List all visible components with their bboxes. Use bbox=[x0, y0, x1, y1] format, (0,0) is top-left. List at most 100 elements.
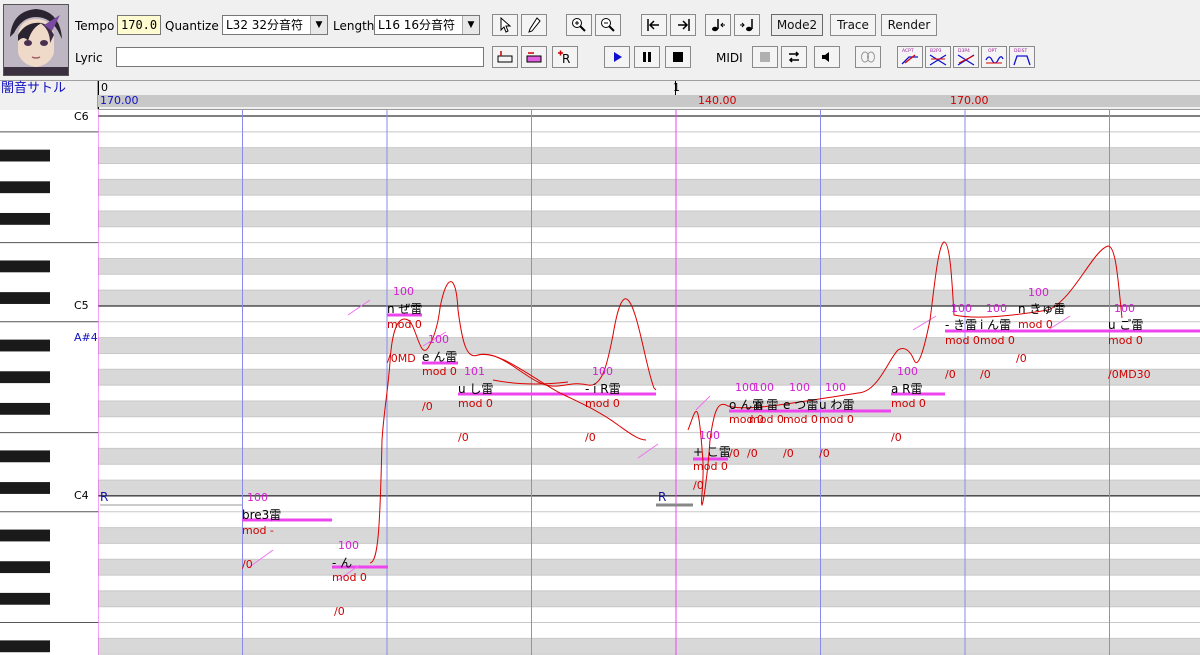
note-lyric[interactable]: n きゅ雷 bbox=[1018, 300, 1065, 317]
render-button[interactable]: Render bbox=[881, 14, 937, 36]
note-lyric[interactable]: - ん bbox=[332, 554, 352, 571]
avatar[interactable] bbox=[3, 4, 69, 76]
envelope-mark: /0 bbox=[891, 431, 902, 444]
octave-label: C4 bbox=[74, 489, 89, 502]
envelope-mark: /0 bbox=[334, 605, 345, 618]
goto-end-button[interactable] bbox=[670, 14, 696, 36]
note-lyric[interactable]: n ぜ雷 bbox=[387, 300, 422, 317]
note-velocity: 100 bbox=[753, 381, 774, 394]
piano-keys-svg bbox=[0, 131, 98, 653]
black-key bbox=[0, 260, 50, 273]
goto-start-button[interactable] bbox=[641, 14, 667, 36]
black-key bbox=[0, 450, 50, 463]
d3p4-icon: D3P4 bbox=[957, 48, 975, 66]
midi-record-button[interactable] bbox=[752, 46, 778, 68]
measure-number: 1 bbox=[673, 81, 680, 94]
note-lyric[interactable]: + こ雷 bbox=[693, 443, 731, 460]
black-key bbox=[0, 339, 50, 352]
tempo-mark[interactable]: 170.00 bbox=[100, 94, 139, 107]
envelope-mark: /0 bbox=[980, 368, 991, 381]
chevron-down-icon: ▼ bbox=[310, 16, 327, 34]
grid-row bbox=[98, 464, 1200, 481]
tempo-mark[interactable]: 140.00 bbox=[698, 94, 737, 107]
grid-row bbox=[98, 258, 1200, 275]
note-mod: mod 0 bbox=[1108, 334, 1143, 347]
rest-marker[interactable]: R bbox=[100, 490, 108, 504]
rest-icon: R bbox=[558, 50, 570, 65]
black-key bbox=[0, 149, 50, 162]
note-lyric[interactable]: i ん雷 bbox=[980, 316, 1011, 333]
note-velocity: 100 bbox=[592, 365, 613, 378]
add-note-button[interactable] bbox=[521, 46, 547, 68]
singer-name[interactable]: 闇音サトル bbox=[1, 81, 98, 109]
add-rest-button[interactable]: R bbox=[552, 46, 578, 68]
pointer-tool-button[interactable] bbox=[492, 14, 518, 36]
lyric-input[interactable] bbox=[116, 47, 484, 67]
black-key bbox=[0, 181, 50, 194]
note-lyric[interactable]: u ご雷 bbox=[1108, 316, 1143, 333]
pause-button[interactable] bbox=[634, 46, 660, 68]
tool-deist-button[interactable]: DEIST bbox=[1009, 46, 1035, 68]
envelope-mark: /0 bbox=[783, 447, 794, 460]
note-lyric[interactable]: a R雷 bbox=[891, 380, 923, 397]
note-velocity: 100 bbox=[428, 333, 449, 346]
tool-d3p4-button[interactable]: D3P4 bbox=[953, 46, 979, 68]
note-mod: mod 0 bbox=[422, 365, 457, 378]
quantize-label: Quantize bbox=[165, 19, 219, 33]
grid-row bbox=[98, 226, 1200, 243]
note-velocity: 100 bbox=[986, 302, 1007, 315]
loop-button[interactable] bbox=[781, 46, 807, 68]
rest-marker[interactable]: R bbox=[658, 490, 666, 504]
tempo-mark[interactable]: 170.00 bbox=[950, 94, 989, 107]
speaker-icon bbox=[822, 52, 829, 62]
note-lyric[interactable]: bre3雷 bbox=[242, 506, 281, 523]
grid-row bbox=[98, 195, 1200, 211]
tool-acpt-button[interactable]: ACPT bbox=[897, 46, 923, 68]
note-mod: mod 0 bbox=[332, 571, 367, 584]
note-lyric[interactable]: e ん雷 bbox=[422, 348, 457, 365]
tool-opt-button[interactable]: OPT bbox=[981, 46, 1007, 68]
zoom-in-button[interactable] bbox=[566, 14, 592, 36]
pencil-tool-button[interactable] bbox=[521, 14, 547, 36]
note-lyric[interactable]: e つ雷 bbox=[783, 396, 818, 413]
acpt-icon-text: ACPT bbox=[902, 48, 914, 54]
note-lyric[interactable]: n 雷 bbox=[755, 396, 778, 413]
note-prev-button[interactable] bbox=[705, 14, 731, 36]
grid-row bbox=[98, 163, 1200, 180]
piano-keyboard[interactable]: C6 C5 C4 A#4 bbox=[0, 110, 99, 655]
play-icon bbox=[614, 52, 622, 62]
note-next-button[interactable] bbox=[734, 14, 760, 36]
link-button[interactable] bbox=[855, 46, 881, 68]
quantize-select[interactable]: L32 32分音符 ▼ bbox=[222, 15, 328, 35]
note-mod: mod 0 bbox=[783, 413, 818, 426]
stop-button[interactable] bbox=[665, 46, 691, 68]
grid-row bbox=[98, 606, 1200, 623]
note-lyric[interactable]: - き雷 bbox=[945, 316, 977, 333]
black-key bbox=[0, 482, 50, 494]
timeline-ruler[interactable]: 0 1 170.00 140.00 170.00 bbox=[98, 81, 1200, 110]
skip-forward-icon bbox=[678, 19, 690, 31]
speaker-button[interactable] bbox=[814, 46, 840, 68]
piano-roll[interactable]: R R 100 bre3雷 mod - 100 - ん mod 0 100 n … bbox=[98, 110, 1200, 655]
note-velocity: 100 bbox=[699, 429, 720, 442]
black-key bbox=[0, 402, 50, 415]
note-lyric[interactable]: - i R雷 bbox=[585, 380, 621, 397]
note-mod: mod 0 bbox=[980, 334, 1015, 347]
grid-row bbox=[98, 400, 1200, 417]
tempo-input[interactable]: 170.0 bbox=[117, 15, 161, 35]
black-key bbox=[0, 640, 50, 653]
tool-b2p3-button[interactable]: B2P3 bbox=[925, 46, 951, 68]
deist-icon-text: DEIST bbox=[1014, 48, 1027, 54]
zoom-out-button[interactable] bbox=[595, 14, 621, 36]
mode2-button[interactable]: Mode2 bbox=[771, 14, 823, 36]
insert-note-button[interactable] bbox=[492, 46, 518, 68]
note-lyric[interactable]: u し雷 bbox=[458, 380, 493, 397]
trace-button[interactable]: Trace bbox=[830, 14, 876, 36]
length-select[interactable]: L16 16分音符 ▼ bbox=[374, 15, 480, 35]
grid-row bbox=[98, 575, 1200, 591]
grid-row bbox=[98, 116, 1200, 132]
note-velocity: 100 bbox=[897, 365, 918, 378]
play-button[interactable] bbox=[604, 46, 630, 68]
toolbar: Tempo 170.0 Quantize L32 32分音符 ▼ Length … bbox=[0, 0, 1200, 81]
note-lyric[interactable]: u わ雷 bbox=[819, 396, 854, 413]
